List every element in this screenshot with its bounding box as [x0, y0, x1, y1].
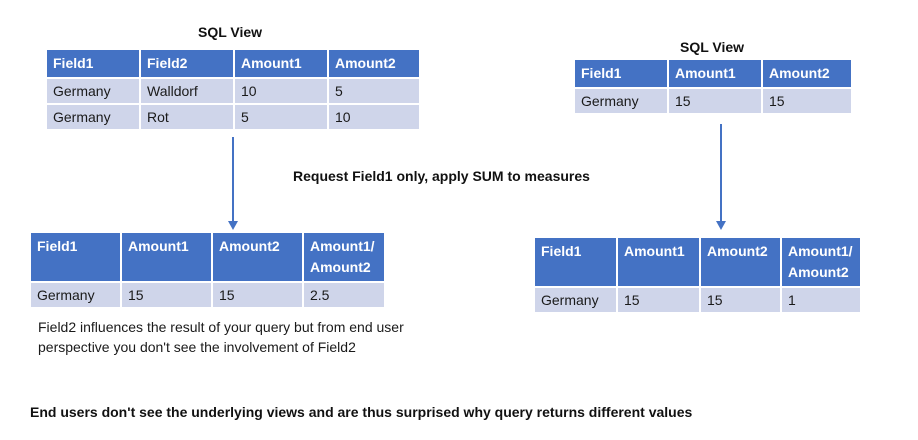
- left-result-header-cell: Field1: [31, 233, 120, 281]
- left-result-header-cell: Amount1/Amount2: [304, 233, 384, 281]
- left-result-header-cell: Amount1: [122, 233, 211, 281]
- right-result-cell: 15: [618, 288, 699, 312]
- right-result-header-cell: Amount1: [618, 238, 699, 286]
- left-result-header-cell: Amount2: [213, 233, 302, 281]
- footer-statement: End users don't see the underlying views…: [30, 404, 693, 420]
- right-result-header-cell: Field1: [535, 238, 616, 286]
- right-arrow-head: [716, 221, 726, 230]
- left-result-header-row: Field1 Amount1 Amount2 Amount1/Amount2: [31, 233, 384, 281]
- right-result-header-cell: Amount1/Amount2: [782, 238, 860, 286]
- right-result-cell: Germany: [535, 288, 616, 312]
- field2-note: Field2 influences the result of your que…: [38, 319, 404, 355]
- left-result-cell: Germany: [31, 283, 120, 307]
- left-result-cell: 15: [122, 283, 211, 307]
- right-result-header-row: Field1 Amount1 Amount2 Amount1/Amount2: [535, 238, 860, 286]
- right-result-header-cell: Amount2: [701, 238, 780, 286]
- right-result-cell: 15: [701, 288, 780, 312]
- right-result-table: Field1 Amount1 Amount2 Amount1/Amount2 Germa…: [533, 236, 862, 314]
- right-result-cell: 1: [782, 288, 860, 312]
- left-result-cell: 2.5: [304, 283, 384, 307]
- left-result-cell: 15: [213, 283, 302, 307]
- flow-arrows: [228, 124, 726, 230]
- left-arrow-head: [228, 221, 238, 230]
- table-row: Germany 15 15 1: [535, 288, 860, 312]
- left-result-table: Field1 Amount1 Amount2 Amount1/Amount2 Germa…: [29, 231, 386, 309]
- table-row: Germany 15 15 2.5: [31, 283, 384, 307]
